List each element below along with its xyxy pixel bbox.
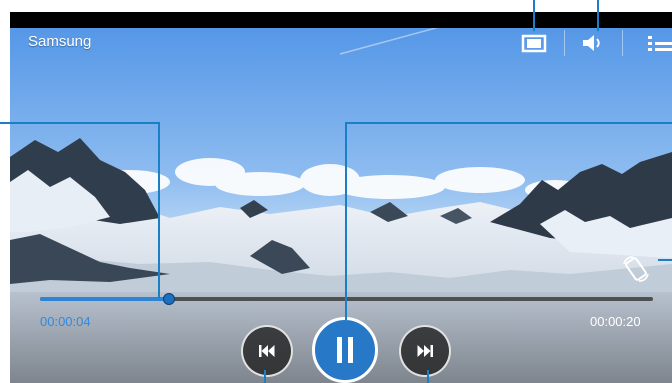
callout-line-pause	[345, 122, 347, 320]
pause-button[interactable]	[312, 317, 378, 383]
seek-progress	[40, 297, 169, 301]
toolbar-divider	[622, 30, 623, 56]
screen-rotation-icon[interactable]	[620, 254, 652, 284]
callout-line-seek	[158, 122, 160, 298]
skip-previous-icon	[259, 345, 275, 357]
menu-icon[interactable]	[640, 29, 672, 57]
toolbar-divider	[564, 30, 565, 56]
status-bar	[10, 12, 672, 28]
callout-line-next	[427, 370, 429, 383]
video-title: Samsung	[28, 33, 92, 50]
callout-line-pause	[345, 122, 672, 124]
current-time: 00:00:04	[40, 314, 91, 329]
total-time: 00:00:20	[590, 314, 641, 329]
skip-next-icon	[417, 345, 433, 357]
callout-line-screen-size	[533, 0, 535, 31]
callout-line-seek	[0, 122, 160, 124]
volume-icon[interactable]	[577, 29, 611, 57]
callout-line-previous	[264, 370, 266, 383]
callout-line-volume	[597, 0, 599, 31]
previous-button[interactable]	[241, 325, 293, 377]
video-player-screen[interactable]: Samsung 00:00:04 00:00:20	[10, 12, 672, 383]
callout-line-rotate	[658, 259, 672, 261]
page-frame: Samsung 00:00:04 00:00:20	[0, 0, 672, 383]
next-button[interactable]	[399, 325, 451, 377]
seek-handle[interactable]	[162, 293, 175, 305]
fit-screen-icon[interactable]	[517, 29, 551, 57]
pause-icon	[337, 337, 353, 363]
